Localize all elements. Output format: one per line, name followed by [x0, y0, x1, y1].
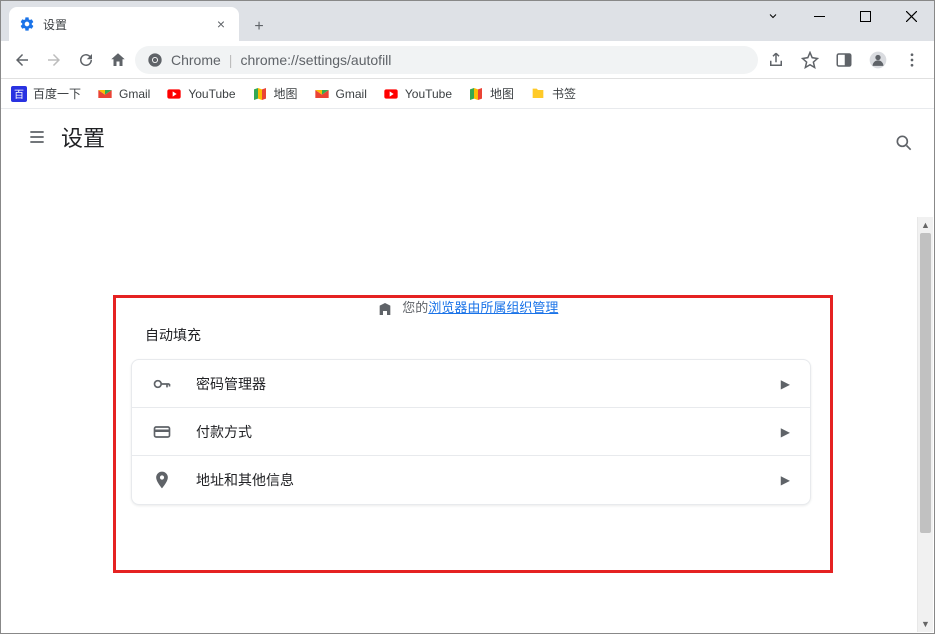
url-divider: | [229, 52, 233, 68]
baidu-icon: 百 [11, 86, 27, 102]
share-icon[interactable] [760, 44, 792, 76]
row-label: 密码管理器 [196, 374, 757, 394]
reload-button[interactable] [71, 45, 101, 75]
chrome-window: 设置 × + Chrome | chrome://settings/autofi… [0, 0, 935, 634]
new-tab-button[interactable]: + [245, 13, 273, 41]
building-icon [377, 301, 393, 317]
url-scheme-label: Chrome [171, 52, 221, 68]
chevron-right-icon: ▶ [781, 425, 790, 439]
managed-prefix: 您的 [402, 300, 428, 315]
row-label: 付款方式 [196, 422, 757, 442]
vertical-scrollbar[interactable]: ▲ ▼ [917, 217, 933, 632]
autofill-card: 密码管理器 ▶ 付款方式 ▶ 地址和其他信息 ▶ [131, 359, 811, 505]
bookmark-label: YouTube [188, 87, 235, 101]
scroll-up-arrow-icon[interactable]: ▲ [918, 217, 933, 233]
profile-avatar-icon[interactable] [862, 44, 894, 76]
gmail-icon [97, 86, 113, 102]
scrollbar-thumb[interactable] [920, 233, 931, 533]
folder-icon [530, 86, 546, 102]
key-icon [152, 374, 172, 394]
chevron-right-icon: ▶ [781, 473, 790, 487]
bookmark-item[interactable]: YouTube [383, 86, 452, 102]
url-path: chrome://settings/autofill [240, 52, 391, 68]
chrome-logo-icon [147, 52, 163, 68]
browser-tab[interactable]: 设置 × [9, 7, 239, 41]
bookmark-item[interactable]: 地图 [468, 85, 514, 102]
managed-browser-link[interactable]: 浏览器由所属组织管理 [428, 300, 558, 315]
minimize-button[interactable] [796, 1, 842, 31]
hamburger-menu-icon[interactable] [17, 117, 57, 157]
scroll-down-arrow-icon[interactable]: ▼ [918, 616, 933, 632]
titlebar: 设置 × + [1, 1, 934, 41]
bookmark-label: 地图 [274, 85, 298, 102]
close-icon[interactable]: × [213, 16, 229, 32]
settings-page: 设置 您的浏览器由所属组织管理 自动填充 密码管理器 ▶ 付款方式 ▶ [1, 109, 934, 633]
chevron-right-icon: ▶ [781, 377, 790, 391]
youtube-icon [383, 86, 399, 102]
bookmark-item[interactable]: Gmail [314, 86, 367, 102]
bookmark-item[interactable]: 书签 [530, 85, 576, 102]
bookmark-label: Gmail [119, 87, 150, 101]
bookmark-item[interactable]: YouTube [166, 86, 235, 102]
password-manager-row[interactable]: 密码管理器 ▶ [132, 360, 810, 408]
managed-browser-notice: 您的浏览器由所属组织管理 [1, 297, 934, 317]
search-icon[interactable] [894, 133, 914, 153]
bookmarks-bar: 百 百度一下 Gmail YouTube 地图 Gmail YouTube 地图 [1, 79, 934, 109]
home-button[interactable] [103, 45, 133, 75]
gear-icon [19, 16, 35, 32]
page-title: 设置 [61, 121, 105, 153]
tab-strip: 设置 × + [1, 1, 273, 41]
tab-title: 设置 [43, 16, 205, 33]
chevron-down-icon[interactable] [750, 1, 796, 31]
maps-icon [252, 86, 268, 102]
gmail-icon [314, 86, 330, 102]
row-label: 地址和其他信息 [196, 470, 757, 490]
bookmark-label: 百度一下 [33, 85, 81, 102]
bookmark-item[interactable]: 百 百度一下 [11, 85, 81, 102]
bookmark-label: 书签 [552, 85, 576, 102]
back-button[interactable] [7, 45, 37, 75]
window-close-button[interactable] [888, 1, 934, 31]
address-bar: Chrome | chrome://settings/autofill [1, 41, 934, 79]
side-panel-icon[interactable] [828, 44, 860, 76]
section-title: 自动填充 [131, 325, 811, 345]
location-pin-icon [152, 470, 172, 490]
url-box[interactable]: Chrome | chrome://settings/autofill [135, 46, 758, 74]
bookmark-label: Gmail [336, 87, 367, 101]
credit-card-icon [152, 422, 172, 442]
bookmark-label: YouTube [405, 87, 452, 101]
youtube-icon [166, 86, 182, 102]
addresses-row[interactable]: 地址和其他信息 ▶ [132, 456, 810, 504]
kebab-menu-icon[interactable] [896, 44, 928, 76]
page-header: 设置 [1, 109, 934, 165]
window-controls [750, 1, 934, 31]
bookmark-label: 地图 [490, 85, 514, 102]
payment-methods-row[interactable]: 付款方式 ▶ [132, 408, 810, 456]
bookmark-item[interactable]: 地图 [252, 85, 298, 102]
maximize-button[interactable] [842, 1, 888, 31]
svg-text:百: 百 [14, 89, 24, 101]
autofill-section: 自动填充 密码管理器 ▶ 付款方式 ▶ 地址和其他信息 ▶ [131, 325, 811, 505]
forward-button[interactable] [39, 45, 69, 75]
maps-icon [468, 86, 484, 102]
bookmark-star-icon[interactable] [794, 44, 826, 76]
bookmark-item[interactable]: Gmail [97, 86, 150, 102]
